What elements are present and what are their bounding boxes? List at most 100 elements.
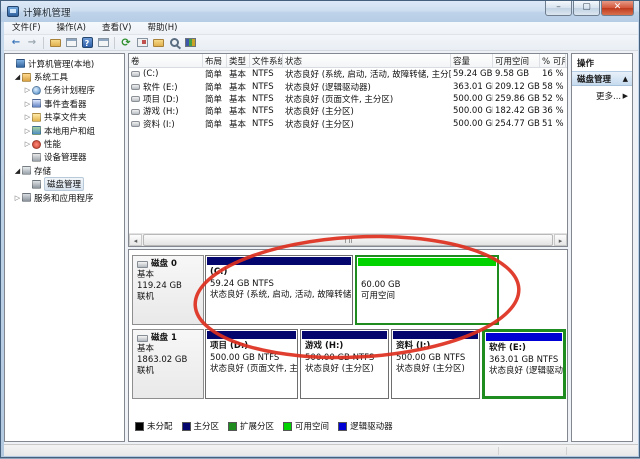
col-type[interactable]: 类型 [227,54,250,67]
computer-icon [16,59,25,68]
disk-graphical-panel: 磁盘 0 基本 119.24 GB 联机 (C:) 59.24 GB NTFS … [128,249,568,442]
disk1-label[interactable]: 磁盘 1 基本 1863.02 GB 联机 [132,329,204,399]
table-row[interactable]: 软件 (E:) 简单基本 NTFS状态良好 (逻辑驱动器) 363.01 GB2… [129,80,567,92]
tree-item-task-scheduler[interactable]: ▷任务计划程序 [5,84,124,97]
partition-i[interactable]: 资料 (I:) 500.00 GB NTFS 状态良好 (主分区) [391,329,480,399]
views-icon[interactable] [182,36,198,50]
volume-icon [131,121,140,127]
services-icon [22,193,31,202]
actions-pane: 操作 磁盘管理 ▲ 更多... ▶ [571,53,633,442]
status-bar [4,444,638,456]
disk-icon [137,261,148,268]
col-status[interactable]: 状态 [283,54,451,67]
back-icon[interactable]: ← [8,36,24,50]
free-space-bar [358,258,496,266]
volume-icon [131,84,140,90]
disk0-label[interactable]: 磁盘 0 基本 119.24 GB 联机 [132,255,204,325]
col-free-space[interactable]: 可用空间 [493,54,540,67]
refresh-icon[interactable]: ⟳ [118,36,134,50]
col-layout[interactable]: 布局 [203,54,227,67]
computer-management-window: 计算机管理 – ▢ ✕ 文件(F) 操作(A) 查看(V) 帮助(H) ← → … [0,0,640,458]
shared-folders-icon [32,113,41,122]
tree-item-services-applications[interactable]: ▷服务和应用程序 [5,191,124,204]
table-row[interactable]: 资料 (I:) 简单基本 NTFS状态良好 (主分区) 500.00 GB254… [129,118,567,130]
volume-icon [131,71,140,77]
disk-management-icon [32,180,41,189]
tree-item-computer-management[interactable]: 计算机管理(本地) [5,57,124,70]
menu-file[interactable]: 文件(F) [4,22,49,34]
properties-icon[interactable] [134,36,150,50]
primary-partition-bar [393,331,478,339]
tree-item-device-manager[interactable]: 设备管理器 [5,151,124,164]
table-row[interactable]: 项目 (D:) 简单基本 NTFS状态良好 (页面文件, 主分区) 500.00… [129,93,567,105]
performance-icon [32,140,41,149]
minimize-button[interactable]: – [545,1,572,16]
legend: 未分配 主分区 扩展分区 可用空间 逻辑驱动器 [135,420,402,432]
search-icon[interactable] [166,36,182,50]
collapse-icon[interactable]: ▲ [623,75,628,83]
console-window-icon[interactable] [95,36,111,50]
menu-action[interactable]: 操作(A) [49,22,94,34]
maximize-button[interactable]: ▢ [573,1,600,16]
partition-c[interactable]: (C:) 59.24 GB NTFS 状态良好 (系统, 启动, 活动, 故障转… [205,255,353,325]
main-area: 计算机管理(本地) ◢系统工具 ▷任务计划程序 ▷事件查看器 ▷共享文件夹 ▷本… [4,51,638,444]
tree-item-local-users-groups[interactable]: ▷本地用户和组 [5,124,124,137]
device-manager-icon [32,153,41,162]
partition-e[interactable]: 软件 (E:) 363.01 GB NTFS 状态良好 (逻辑驱动器) [482,329,566,399]
legend-extended-swatch [228,422,237,431]
close-button[interactable]: ✕ [601,1,634,16]
menu-help[interactable]: 帮助(H) [139,22,185,34]
logical-drive-bar [486,333,562,341]
col-capacity[interactable]: 容量 [451,54,493,67]
tree-item-event-viewer[interactable]: ▷事件查看器 [5,97,124,110]
window-title: 计算机管理 [23,5,71,19]
legend-free-space-swatch [283,422,292,431]
col-volume[interactable]: 卷 [129,54,203,67]
volume-table-header: 卷 布局 类型 文件系统 状态 容量 可用空间 % 可用 [129,54,567,68]
table-row[interactable]: 游戏 (H:) 简单基本 NTFS状态良好 (主分区) 500.00 GB182… [129,105,567,117]
primary-partition-bar [207,257,351,265]
volume-icon [131,109,140,115]
partition-d[interactable]: 项目 (D:) 500.00 GB NTFS 状态良好 (页面文件, 主分区) [205,329,298,399]
primary-partition-bar [207,331,296,339]
users-icon [32,126,41,135]
open-folder-icon[interactable] [150,36,166,50]
tree-item-storage[interactable]: ◢存储 [5,164,124,177]
partition-free-space[interactable]: 60.00 GB 可用空间 [355,255,499,325]
title-bar: 计算机管理 – ▢ ✕ [1,1,639,22]
menu-view[interactable]: 查看(V) [94,22,139,34]
system-tools-icon [22,73,31,82]
tree-item-performance[interactable]: ▷性能 [5,137,124,150]
menu-bar: 文件(F) 操作(A) 查看(V) 帮助(H) [4,22,638,35]
actions-group-disk-management[interactable]: 磁盘管理 ▲ [572,71,632,86]
forward-icon[interactable]: → [24,36,40,50]
toolbar-separator [114,37,115,49]
table-row[interactable]: (C:) 简单基本 NTFS状态良好 (系统, 启动, 活动, 故障转储, 主分… [129,68,567,80]
volume-icon [131,96,140,102]
disk-icon [137,335,148,342]
scroll-left-icon[interactable]: ◂ [129,234,142,246]
app-icon [7,6,19,17]
volume-list-panel: 卷 布局 类型 文件系统 状态 容量 可用空间 % 可用 (C:) 简单基本 N… [128,53,568,247]
tree-item-system-tools[interactable]: ◢系统工具 [5,70,124,83]
scrollbar-thumb[interactable] [143,234,553,246]
more-actions-item[interactable]: 更多... ▶ [572,86,632,102]
legend-unallocated-swatch [135,422,144,431]
tree-item-disk-management[interactable]: 磁盘管理 [5,178,124,191]
help-icon[interactable]: ? [79,36,95,50]
scroll-right-icon[interactable]: ▸ [554,234,567,246]
task-scheduler-icon [32,86,41,95]
legend-logical-swatch [338,422,347,431]
storage-icon [22,166,31,175]
export-list-icon[interactable] [47,36,63,50]
show-console-tree-icon[interactable] [63,36,79,50]
partition-h[interactable]: 游戏 (H:) 500.00 GB NTFS 状态良好 (主分区) [300,329,389,399]
toolbar: ← → ? ⟳ [4,35,638,51]
tree-item-shared-folders[interactable]: ▷共享文件夹 [5,111,124,124]
actions-title: 操作 [572,54,632,71]
legend-primary-swatch [182,422,191,431]
col-pct-free[interactable]: % 可用 [540,54,566,67]
col-filesystem[interactable]: 文件系统 [250,54,283,67]
horizontal-scrollbar[interactable]: ◂ ▸ [129,233,567,246]
submenu-arrow-icon: ▶ [623,92,628,100]
